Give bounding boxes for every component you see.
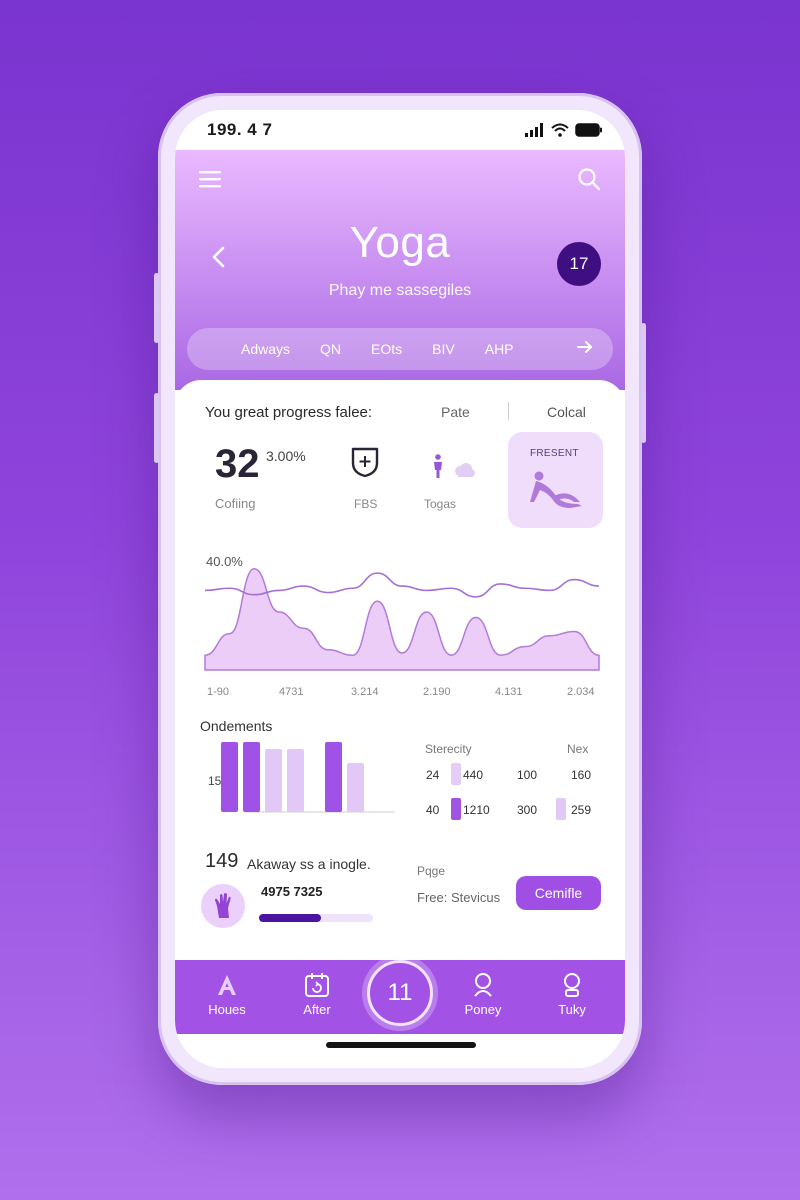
- activity-text: Akaway ss a inogle.: [247, 856, 371, 872]
- status-time: 199. 4 7: [207, 120, 273, 139]
- tab-item[interactable]: BIV: [432, 341, 455, 357]
- table-swatch: [451, 798, 461, 820]
- person-cloud-icon: [431, 454, 475, 485]
- tab-bar: Adways QN EOts BIV AHP: [187, 328, 613, 370]
- meta-date[interactable]: Pate: [441, 404, 470, 420]
- table-cell: 259: [571, 803, 592, 817]
- yoga-pose-icon: [530, 471, 582, 508]
- icon2-label: Togas: [424, 497, 457, 511]
- stat-label: Cofiing: [215, 496, 256, 511]
- profile-icon: [564, 973, 580, 997]
- header: Yoga Phay me sassegiles 17 Adways QN EOt…: [175, 150, 625, 390]
- x-tick-label: 2.034: [567, 686, 595, 698]
- progress-chart: 40.0% 1-90 4731 3.214 2.190 4.131 2.034: [197, 550, 607, 700]
- search-button[interactable]: [573, 164, 605, 194]
- signal-icon: [525, 123, 543, 137]
- bar: [325, 742, 342, 812]
- activity-number: 149: [205, 850, 239, 872]
- shield-button[interactable]: [350, 446, 380, 483]
- screen: 199. 4 7 Yoga Phay me sassegiles 17 Adwa…: [175, 110, 625, 1068]
- hamburger-icon: [199, 171, 221, 188]
- activity-progress: [259, 914, 373, 922]
- stat-value: 32: [215, 442, 260, 486]
- nav-item-poney[interactable]: Poney: [448, 970, 518, 1017]
- free-label: Free: Stevicus: [417, 890, 501, 905]
- home-indicator: [326, 1042, 476, 1048]
- table-cell: 24: [426, 768, 440, 782]
- activity-sub-number: 4975 7325: [261, 884, 323, 899]
- bar: [347, 763, 364, 812]
- table-cell: 100: [517, 768, 538, 782]
- wifi-icon: [551, 123, 569, 137]
- nav-label: Houes: [208, 1002, 246, 1017]
- area-chart-svg: [204, 568, 600, 671]
- page-subtitle: Phay me sassegiles: [328, 282, 472, 299]
- avatar[interactable]: [201, 884, 245, 928]
- page-label: Pqge: [417, 864, 446, 878]
- x-tick-label: 1-90: [207, 686, 230, 698]
- battery-icon: [575, 123, 602, 137]
- bar: [287, 749, 304, 812]
- icon1-label: FBS: [354, 497, 378, 511]
- search-icon: [578, 168, 601, 191]
- nav-item-tuky[interactable]: Tuky: [537, 970, 607, 1017]
- bar: [243, 742, 260, 812]
- notification-badge[interactable]: 17: [557, 242, 601, 286]
- nav-item-after[interactable]: After: [282, 970, 352, 1017]
- present-label: FRESENT: [530, 448, 579, 459]
- table-swatch: [451, 763, 461, 785]
- phone-frame: 199. 4 7 Yoga Phay me sassegiles 17 Adwa…: [154, 93, 646, 1085]
- volume-down-button: [154, 393, 159, 463]
- shield-plus-icon: [351, 447, 379, 478]
- hand-icon: [215, 893, 231, 918]
- meta-calories[interactable]: Colcal: [547, 404, 586, 420]
- x-tick-label: 4.131: [495, 686, 523, 698]
- table-head-a: Sterecity: [425, 742, 472, 756]
- tabs-next-button[interactable]: [577, 340, 593, 359]
- nav-label: Poney: [464, 1002, 502, 1017]
- table-cell: 440: [463, 768, 484, 782]
- table-swatch: [556, 798, 566, 820]
- nav-label: After: [303, 1002, 331, 1017]
- tab-item[interactable]: Adways: [241, 341, 290, 357]
- x-tick-label: 4731: [279, 686, 304, 698]
- user-icon: [474, 973, 492, 997]
- table-cell: 40: [426, 803, 440, 817]
- progress-title: You great progress falee:: [205, 404, 373, 421]
- status-bar: 199. 4 7: [175, 110, 625, 150]
- bar: [221, 742, 238, 812]
- area-series: [204, 568, 600, 671]
- menu-button[interactable]: [195, 166, 225, 192]
- present-card[interactable]: FRESENT: [508, 432, 603, 528]
- table-head-b: Nex: [567, 742, 589, 756]
- tab-item[interactable]: EOts: [371, 341, 402, 357]
- x-tick-label: 3.214: [351, 686, 379, 698]
- tab-item[interactable]: AHP: [485, 341, 514, 357]
- bottom-nav: Houes After 11 Poney Tuky: [175, 960, 625, 1034]
- x-tick-label: 2.190: [423, 686, 451, 698]
- arrow-right-icon: [577, 340, 592, 353]
- table-cell: 160: [571, 768, 592, 782]
- calendar-icon: [305, 973, 329, 997]
- nav-center-button[interactable]: 11: [367, 960, 433, 1026]
- content-card: You great progress falee: Pate Colcal 32…: [175, 380, 625, 980]
- divider: [508, 402, 509, 420]
- activity-progress-fill: [259, 914, 321, 922]
- bar: [265, 749, 282, 812]
- confirm-button[interactable]: Cemifle: [516, 876, 601, 910]
- nav-item-home[interactable]: Houes: [192, 970, 262, 1017]
- orders-bar-chart: 15 $: [200, 740, 400, 820]
- orders-title: Ondements: [200, 718, 273, 734]
- volume-up-button: [154, 273, 159, 343]
- power-button: [641, 323, 646, 443]
- table-cell: 1210: [463, 803, 490, 817]
- status-icons: [525, 123, 603, 137]
- letter-a-icon: [218, 975, 236, 995]
- bar-chart-svg: [221, 742, 395, 813]
- tab-item[interactable]: QN: [320, 341, 341, 357]
- nav-label: Tuky: [558, 1002, 586, 1017]
- table-cell: 300: [517, 803, 538, 817]
- stat-percent: 3.00%: [266, 448, 306, 464]
